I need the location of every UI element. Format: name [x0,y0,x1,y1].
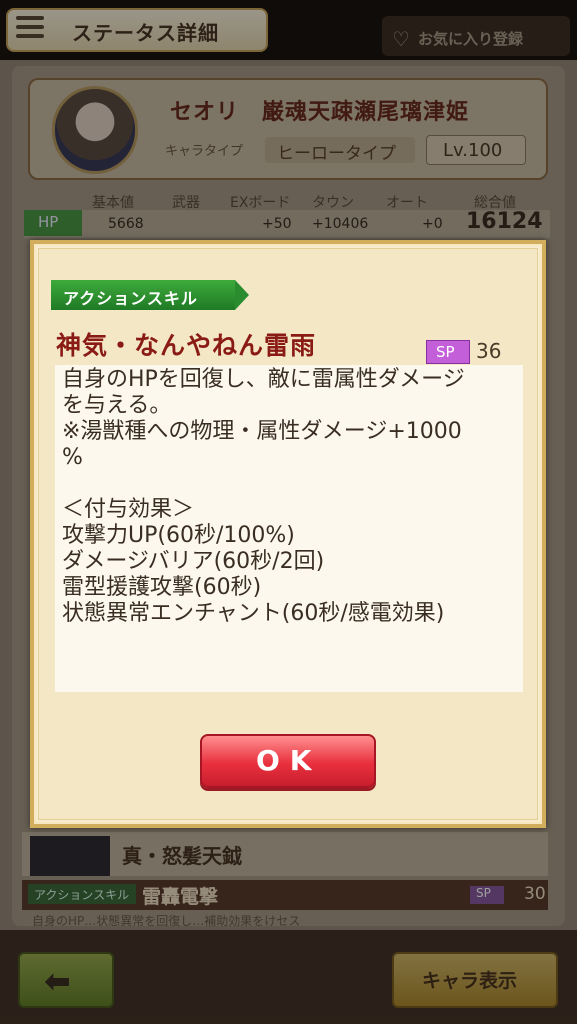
ok-label: OK [256,744,322,777]
sp-badge: SP [426,340,470,364]
skill-title: 神気・なんやねん雷雨 [56,331,317,360]
skill-description: 自身のHPを回復し、敵に雷属性ダメージ を与える。 ※湯獣種への物理・属性ダメー… [62,367,465,626]
skill-type-label: アクションスキル [63,289,198,308]
sp-label: SP [436,343,455,361]
skill-type-tag: アクションスキル [51,280,249,310]
sp-cost: 36 [476,339,502,363]
